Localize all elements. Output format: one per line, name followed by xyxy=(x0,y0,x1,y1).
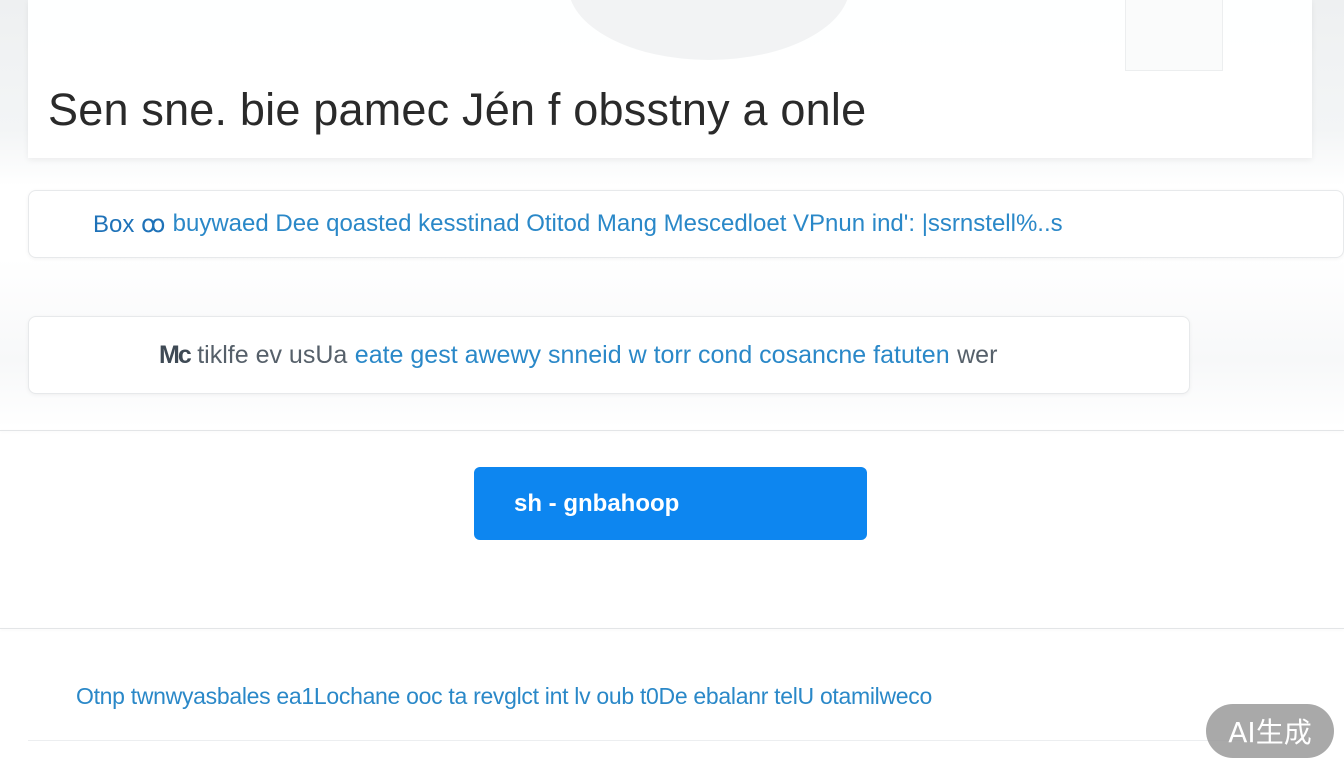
decorative-circle xyxy=(568,0,850,60)
divider xyxy=(0,430,1344,431)
option-row-2-prefix: tiklfe ev usUa xyxy=(197,340,348,369)
option-row-1[interactable]: Box ꝏ buywaed Dee qoasted kesstinad Otit… xyxy=(28,190,1344,258)
option-row-1-text: buywaed Dee qoasted kesstinad Otitod Man… xyxy=(172,210,1063,237)
ai-generated-badge: AI生成 xyxy=(1206,704,1334,758)
page-title: Sen sne. bie pamec Jén f obsstny a onle xyxy=(48,84,867,135)
footer-link-row[interactable]: Otnp twnwyasbales ea1Lochane ooc ta revg… xyxy=(28,652,1310,740)
primary-button[interactable]: sh - gnbahoop xyxy=(474,467,867,540)
option-row-2-suffix: wer xyxy=(957,340,998,369)
divider xyxy=(28,740,1310,741)
option-row-1-lead: Box ꝏ xyxy=(93,210,166,238)
option-row-2[interactable]: Mc tiklfe ev usUa eate gest awewy snneid… xyxy=(28,316,1190,394)
option-row-2-text: eate gest awewy snneid w torr cond cosan… xyxy=(354,340,950,369)
decorative-box xyxy=(1125,0,1223,71)
header-card: Sen sne. bie pamec Jén f obsstny a onle xyxy=(28,0,1312,158)
page: Sen sne. bie pamec Jén f obsstny a onle … xyxy=(0,0,1344,768)
divider xyxy=(0,628,1344,629)
option-row-2-icon: Mc xyxy=(159,340,192,369)
